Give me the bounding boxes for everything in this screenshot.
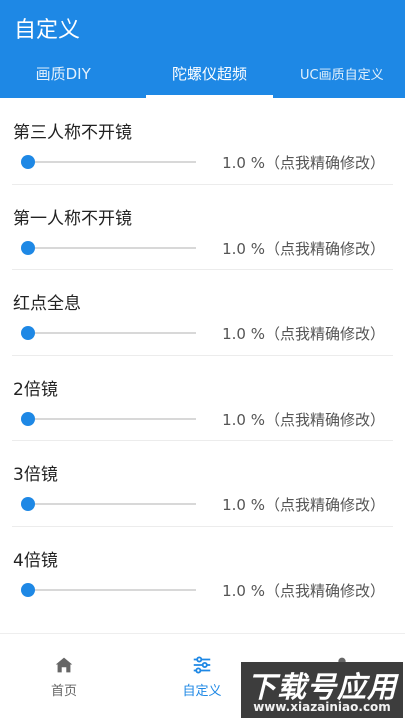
value-edit-link[interactable]: 1.0 %（点我精确修改） xyxy=(222,152,385,173)
setting-label: 2倍镜 xyxy=(13,379,58,400)
tab-gyroscope-overclock[interactable]: 陀螺仪超频 xyxy=(146,48,273,98)
tab-uc-image-quality-custom[interactable]: UC画质自定义 xyxy=(273,48,405,98)
setting-item: 2倍镜 1.0 %（点我精确修改） xyxy=(0,354,405,441)
settings-list: 第三人称不开镜 1.0 %（点我精确修改） 第一人称不开镜 1.0 %（点我精确… xyxy=(0,98,405,611)
tab-bar: 画质DIY 陀螺仪超频 UC画质自定义 xyxy=(0,48,405,98)
value-edit-link[interactable]: 1.0 %（点我精确修改） xyxy=(222,580,385,601)
nav-home[interactable]: 首页 xyxy=(24,654,104,699)
setting-label: 第一人称不开镜 xyxy=(13,208,132,229)
value-edit-link[interactable]: 1.0 %（点我精确修改） xyxy=(222,323,385,344)
setting-item: 第一人称不开镜 1.0 %（点我精确修改） xyxy=(0,183,405,270)
sensitivity-slider[interactable] xyxy=(21,497,196,511)
sensitivity-slider[interactable] xyxy=(21,582,196,597)
sensitivity-slider[interactable] xyxy=(21,155,196,169)
home-icon xyxy=(55,657,73,673)
nav-custom-label: 自定义 xyxy=(182,684,222,699)
tab-image-quality-diy[interactable]: 画质DIY xyxy=(0,48,146,98)
setting-item: 3倍镜 1.0 %（点我精确修改） xyxy=(0,440,405,526)
nav-custom[interactable]: 自定义 xyxy=(162,654,242,699)
slider-thumb[interactable] xyxy=(21,240,35,255)
setting-item: 4倍镜 1.0 %（点我精确修改） xyxy=(0,525,405,612)
setting-label: 红点全息 xyxy=(13,294,81,314)
watermark-logo: 下载号应用 www.xiazainiao.com xyxy=(241,662,403,718)
setting-label: 3倍镜 xyxy=(13,465,58,485)
nav-home-label: 首页 xyxy=(50,684,77,699)
setting-label: 第三人称不开镜 xyxy=(13,123,132,143)
slider-thumb[interactable] xyxy=(21,411,35,426)
app-bar: 自定义 画质DIY 陀螺仪超频 UC画质自定义 xyxy=(0,0,405,98)
value-edit-link[interactable]: 1.0 %（点我精确修改） xyxy=(222,494,385,515)
slider-thumb[interactable] xyxy=(21,582,35,597)
page-title: 自定义 xyxy=(14,18,81,43)
setting-item: 红点全息 1.0 %（点我精确修改） xyxy=(0,269,405,355)
setting-label: 4倍镜 xyxy=(13,550,58,571)
slider-thumb[interactable] xyxy=(21,497,35,511)
sensitivity-slider[interactable] xyxy=(21,240,196,255)
slider-thumb[interactable] xyxy=(21,155,35,169)
sliders-icon xyxy=(193,656,211,674)
sensitivity-slider[interactable] xyxy=(21,411,196,426)
value-edit-link[interactable]: 1.0 %（点我精确修改） xyxy=(222,238,385,259)
watermark-url: www.xiazainiao.com xyxy=(253,700,391,714)
slider-thumb[interactable] xyxy=(21,326,35,340)
setting-item: 第三人称不开镜 1.0 %（点我精确修改） xyxy=(0,98,405,184)
sensitivity-slider[interactable] xyxy=(21,326,196,340)
value-edit-link[interactable]: 1.0 %（点我精确修改） xyxy=(222,409,385,430)
